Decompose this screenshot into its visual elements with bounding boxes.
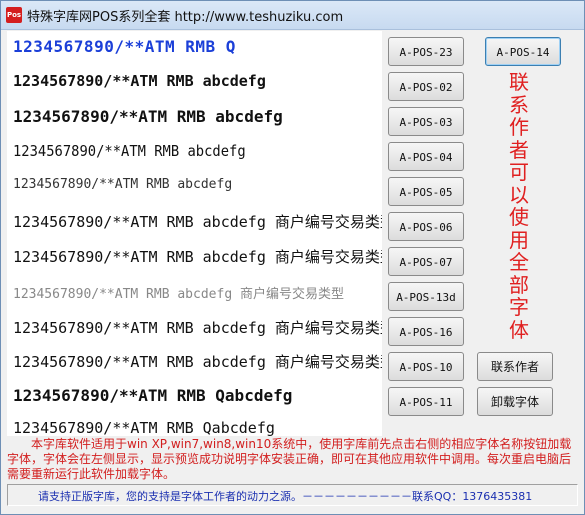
app-icon: Pos bbox=[6, 7, 22, 23]
font-button-a-pos-05[interactable]: A-POS-05 bbox=[388, 177, 464, 206]
font-button-a-pos-11[interactable]: A-POS-11 bbox=[388, 387, 464, 416]
uninstall-fonts-button[interactable]: 卸载字体 bbox=[477, 387, 553, 416]
preview-line: 1234567890/**ATM RMB abcdefg 商户编号交易类型 bbox=[13, 213, 382, 231]
preview-line: 1234567890/**ATM RMB Qabcdefg bbox=[13, 386, 293, 405]
window-title: 特殊字库网POS系列全套 http://www.teshuziku.com bbox=[27, 10, 344, 25]
preview-line: 1234567890/**ATM RMB abcdefg bbox=[13, 142, 246, 160]
preview-line: 1234567890/**ATM RMB abcdefg bbox=[13, 72, 266, 90]
contact-author-button[interactable]: 联系作者 bbox=[477, 352, 553, 381]
usage-notice: 本字库软件适用于win XP,win7,win8,win10系统中，使用字库前先… bbox=[7, 437, 572, 481]
title-bar[interactable]: Pos 特殊字库网POS系列全套 http://www.teshuziku.co… bbox=[1, 1, 584, 30]
font-button-a-pos-02[interactable]: A-POS-02 bbox=[388, 72, 464, 101]
preview-line: 1234567890/**ATM RMB abcdefg 商户编号交易类型 bbox=[13, 248, 382, 266]
client-area: 1234567890/**ATM RMB Q 1234567890/**ATM … bbox=[7, 31, 578, 508]
preview-line: 1234567890/**ATM RMB Q bbox=[13, 37, 236, 56]
preview-line: 1234567890/**ATM RMB abcdefg 商户编号交易类型 bbox=[13, 353, 382, 371]
preview-line: 1234567890/**ATM RMB abcdefg bbox=[13, 177, 233, 192]
font-button-a-pos-14[interactable]: A-POS-14 bbox=[485, 37, 561, 66]
status-bar: 请支持正版字库，您的支持是字体工作者的动力之源。－－－－－－－－－－联系QQ：1… bbox=[7, 484, 578, 506]
contact-author-note: 联系作者可以使用全部字体 bbox=[509, 70, 529, 342]
font-preview-panel: 1234567890/**ATM RMB Q 1234567890/**ATM … bbox=[7, 31, 382, 436]
font-button-a-pos-07[interactable]: A-POS-07 bbox=[388, 247, 464, 276]
font-button-a-pos-03[interactable]: A-POS-03 bbox=[388, 107, 464, 136]
app-window: Pos 特殊字库网POS系列全套 http://www.teshuziku.co… bbox=[0, 0, 585, 515]
font-button-a-pos-13d[interactable]: A-POS-13d bbox=[388, 282, 464, 311]
font-button-a-pos-04[interactable]: A-POS-04 bbox=[388, 142, 464, 171]
font-button-a-pos-16[interactable]: A-POS-16 bbox=[388, 317, 464, 346]
preview-line: 1234567890/**ATM RMB abcdefg bbox=[13, 107, 283, 126]
preview-line: 1234567890/**ATM RMB abcdefg 商户编号交易类型 bbox=[13, 319, 382, 337]
font-button-a-pos-23[interactable]: A-POS-23 bbox=[388, 37, 464, 66]
preview-line: 1234567890/**ATM RMB abcdefg 商户编号交易类型 bbox=[13, 287, 344, 302]
font-button-a-pos-06[interactable]: A-POS-06 bbox=[388, 212, 464, 241]
status-text: 请支持正版字库，您的支持是字体工作者的动力之源。－－－－－－－－－－联系QQ：1… bbox=[38, 490, 533, 503]
font-button-a-pos-10[interactable]: A-POS-10 bbox=[388, 352, 464, 381]
preview-line: 1234567890/**ATM RMB Qabcdefg bbox=[13, 419, 275, 436]
